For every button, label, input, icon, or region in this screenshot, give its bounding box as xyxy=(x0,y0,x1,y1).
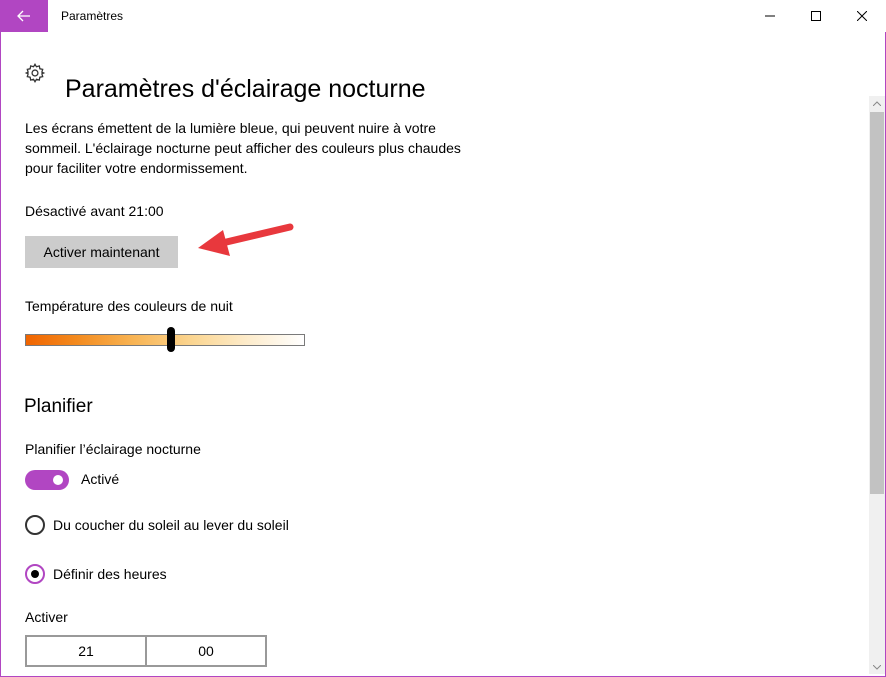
set-hours-radio[interactable] xyxy=(25,564,45,584)
vertical-scrollbar[interactable] xyxy=(869,96,885,674)
description-text: Les écrans émettent de la lumière bleue,… xyxy=(25,120,461,176)
scroll-up-button[interactable] xyxy=(869,96,885,110)
hour-field[interactable]: 21 xyxy=(27,637,145,665)
temperature-label: Température des couleurs de nuit xyxy=(25,298,233,314)
scroll-thumb[interactable] xyxy=(870,112,884,494)
window-title: Paramètres xyxy=(61,9,124,23)
status-text: Désactivé avant 21:00 xyxy=(25,203,164,219)
annotation-arrow-icon xyxy=(198,223,294,256)
close-icon xyxy=(857,11,867,21)
set-hours-radio-label[interactable]: Définir des heures xyxy=(53,566,167,582)
page-title: Paramètres d'éclairage nocturne xyxy=(65,74,426,103)
minute-field[interactable]: 00 xyxy=(145,637,265,665)
sunset-radio[interactable] xyxy=(25,515,45,535)
back-button[interactable] xyxy=(0,0,48,32)
scroll-down-button[interactable] xyxy=(869,660,885,674)
gear-icon xyxy=(24,63,46,83)
close-button[interactable] xyxy=(839,0,885,32)
title-bar: Paramètres xyxy=(0,0,886,32)
chevron-down-icon xyxy=(873,664,881,670)
temperature-slider-track[interactable] xyxy=(25,334,305,346)
minimize-icon xyxy=(765,15,775,17)
maximize-button[interactable] xyxy=(793,0,839,32)
turn-on-label: Activer xyxy=(25,609,68,625)
sunset-radio-label[interactable]: Du coucher du soleil au lever du soleil xyxy=(53,517,289,533)
toggle-state-text: Activé xyxy=(81,471,120,487)
schedule-label: Planifier l’éclairage nocturne xyxy=(25,441,201,457)
schedule-toggle[interactable] xyxy=(25,470,69,490)
temperature-slider-thumb[interactable] xyxy=(167,327,175,352)
minimize-button[interactable] xyxy=(747,0,793,32)
arrow-left-icon xyxy=(17,10,30,22)
toggle-knob xyxy=(53,475,63,485)
chevron-up-icon xyxy=(873,100,881,106)
schedule-section-title: Planifier xyxy=(24,396,93,417)
turn-on-time-picker[interactable]: 21 00 xyxy=(25,635,267,667)
radio-selected-dot xyxy=(31,570,39,578)
activate-now-button[interactable]: Activer maintenant xyxy=(25,236,178,268)
maximize-icon xyxy=(811,11,821,21)
